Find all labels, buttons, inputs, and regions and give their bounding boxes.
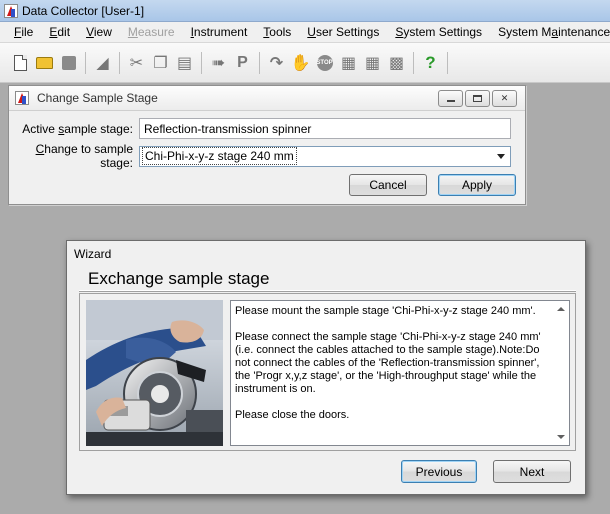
chevron-down-icon bbox=[497, 153, 505, 159]
menu-instrument[interactable]: Instrument bbox=[183, 25, 256, 39]
toolbar: ◢ ✂ ❐ ▤ ➠ P ↷ ✋ STOP ▦ ▦ ▩ ? bbox=[0, 43, 610, 83]
chart-icon[interactable]: ▩ bbox=[386, 51, 407, 75]
menu-system-maintenance[interactable]: System Maintenance bbox=[490, 25, 610, 39]
menu-measure[interactable]: Measure bbox=[120, 25, 183, 39]
save-icon[interactable] bbox=[58, 51, 79, 75]
menu-bar: File Edit View Measure Instrument Tools … bbox=[0, 22, 610, 43]
wizard-dialog: Wizard Exchange sample stage Please moun… bbox=[66, 240, 586, 495]
scroll-down-icon[interactable] bbox=[557, 435, 565, 439]
dialog-title: Change Sample Stage bbox=[37, 91, 158, 105]
change-stage-value: Chi-Phi-x-y-z stage 240 mm bbox=[142, 147, 297, 165]
scroll-up-icon[interactable] bbox=[557, 307, 565, 311]
previous-button[interactable]: Previous bbox=[401, 460, 477, 483]
change-stage-label: Change to sample stage: bbox=[35, 142, 133, 170]
menu-edit[interactable]: Edit bbox=[41, 25, 78, 39]
active-stage-row: Active sample stage: bbox=[9, 118, 511, 139]
menu-view[interactable]: View bbox=[78, 25, 120, 39]
dialog-titlebar: Change Sample Stage ✕ bbox=[9, 86, 525, 111]
toolbar-separator bbox=[413, 51, 414, 74]
wizard-content: Please mount the sample stage 'Chi-Phi-x… bbox=[79, 293, 576, 451]
stage-alt-icon[interactable]: ▦ bbox=[362, 51, 383, 75]
stage-icon[interactable]: ▦ bbox=[338, 51, 359, 75]
new-document-icon[interactable] bbox=[10, 51, 31, 75]
close-button[interactable]: ✕ bbox=[492, 90, 517, 107]
paste-icon[interactable]: ▤ bbox=[174, 51, 195, 75]
toolbar-separator bbox=[85, 51, 86, 74]
hand-icon[interactable]: ✋ bbox=[290, 51, 311, 75]
wizard-title: Wizard bbox=[74, 247, 112, 261]
stage-photo-illustration bbox=[86, 300, 223, 446]
minimize-icon bbox=[446, 100, 455, 102]
redo-icon[interactable]: ↷ bbox=[266, 51, 287, 75]
wizard-header: Exchange sample stage bbox=[79, 267, 576, 291]
minimize-button[interactable] bbox=[438, 90, 463, 107]
run-arrow-icon[interactable]: ➠ bbox=[208, 51, 229, 75]
menu-tools[interactable]: Tools bbox=[255, 25, 299, 39]
app-logo-icon bbox=[15, 91, 29, 105]
wizard-heading: Exchange sample stage bbox=[88, 269, 270, 288]
app-title: Data Collector [User-1] bbox=[22, 3, 145, 18]
apply-button[interactable]: Apply bbox=[438, 174, 516, 196]
stage-photo bbox=[86, 300, 223, 446]
toolbar-separator bbox=[119, 51, 120, 74]
toolbar-separator bbox=[201, 51, 202, 74]
instruction-text[interactable]: Please mount the sample stage 'Chi-Phi-x… bbox=[230, 300, 570, 446]
app-logo-icon bbox=[4, 3, 18, 18]
instruction-paragraph: Please close the doors. bbox=[235, 409, 350, 421]
menu-user-settings[interactable]: User Settings bbox=[299, 25, 387, 39]
open-folder-icon[interactable] bbox=[34, 51, 55, 75]
close-icon: ✕ bbox=[500, 93, 509, 103]
next-button[interactable]: Next bbox=[493, 460, 571, 483]
menu-file[interactable]: File bbox=[6, 25, 41, 39]
change-stage-row: Change to sample stage: Chi-Phi-x-y-z st… bbox=[9, 142, 511, 170]
instruction-paragraph: Please mount the sample stage 'Chi-Phi-x… bbox=[235, 305, 536, 317]
maximize-button[interactable] bbox=[465, 90, 490, 107]
app-titlebar: Data Collector [User-1] bbox=[0, 0, 610, 22]
change-stage-select[interactable]: Chi-Phi-x-y-z stage 240 mm bbox=[139, 145, 511, 167]
cancel-button[interactable]: Cancel bbox=[349, 174, 427, 196]
stop-icon[interactable]: STOP bbox=[314, 51, 335, 75]
maximize-icon bbox=[473, 95, 482, 102]
p-icon[interactable]: P bbox=[232, 51, 253, 75]
copy-icon[interactable]: ❐ bbox=[150, 51, 171, 75]
toolbar-separator bbox=[259, 51, 260, 74]
cut-icon[interactable]: ✂ bbox=[126, 51, 147, 75]
menu-system-settings[interactable]: System Settings bbox=[387, 25, 490, 39]
active-stage-label: Active sample stage: bbox=[22, 121, 133, 136]
change-sample-stage-dialog: Change Sample Stage ✕ Active sample stag… bbox=[8, 85, 526, 205]
help-icon[interactable]: ? bbox=[420, 51, 441, 75]
instruction-paragraph: Please connect the sample stage 'Chi-Phi… bbox=[235, 331, 541, 395]
toolbar-separator bbox=[447, 51, 448, 74]
erase-icon[interactable]: ◢ bbox=[92, 51, 113, 75]
active-stage-input[interactable] bbox=[139, 118, 511, 139]
